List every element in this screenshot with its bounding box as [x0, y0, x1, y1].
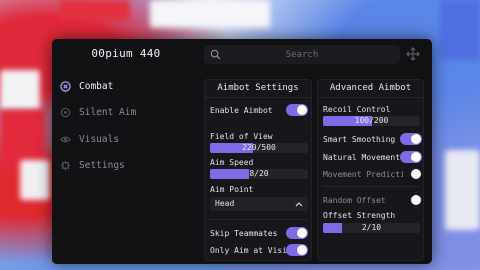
- section-divider: [210, 219, 308, 220]
- top-bar: [200, 39, 432, 69]
- only-visible-toggle[interactable]: [286, 244, 308, 256]
- fov-label: Field of View: [210, 132, 273, 141]
- search-input[interactable]: [204, 45, 400, 64]
- sidebar-item-combat[interactable]: Combat: [60, 79, 113, 93]
- toggle-knob: [411, 152, 421, 162]
- slider-value: 8/20: [249, 169, 269, 178]
- sidebar-item-label: Settings: [79, 159, 125, 171]
- slider-value: 100/200: [354, 116, 389, 125]
- panel-divider: [205, 97, 311, 98]
- target-icon: [60, 107, 71, 117]
- movement-prediction-label: Movement Predicti: [323, 170, 403, 179]
- chevron-up-icon: [295, 202, 303, 207]
- random-offset-toggle[interactable]: [400, 194, 422, 206]
- section-divider: [323, 186, 420, 187]
- enable-aimbot-label: Enable Aimbot: [210, 106, 273, 115]
- recoil-control-slider[interactable]: 100/200: [323, 116, 420, 126]
- skip-teammates-label: Skip Teammates: [210, 229, 278, 238]
- toggle-knob: [297, 245, 307, 255]
- search-icon: [210, 49, 221, 60]
- only-visible-label: Only Aim at Visib: [210, 246, 290, 255]
- toggle-knob: [411, 195, 421, 205]
- eye-icon: [60, 136, 71, 142]
- panel-divider: [318, 97, 423, 98]
- movement-prediction-toggle[interactable]: [400, 168, 422, 180]
- toggle-knob: [297, 105, 307, 115]
- combat-icon: [60, 80, 71, 92]
- sidebar-item-visuals[interactable]: Visuals: [60, 132, 119, 146]
- recoil-control-label: Recoil Control: [323, 105, 391, 114]
- offset-strength-slider[interactable]: 2/10: [323, 223, 420, 233]
- toggle-knob: [411, 169, 421, 179]
- toggle-knob: [411, 134, 421, 144]
- sidebar: 00pium 440 Combat Silent Aim Visuals Set…: [52, 39, 200, 264]
- slider-value: 2/10: [361, 223, 382, 232]
- app-title: 00pium 440: [91, 47, 161, 60]
- fov-slider[interactable]: 220/500: [210, 143, 308, 153]
- gear-icon: [60, 160, 71, 170]
- smart-smoothing-toggle[interactable]: [400, 133, 422, 145]
- move-icon[interactable]: [406, 47, 420, 61]
- random-offset-label: Random Offset: [323, 196, 386, 205]
- panel-title: Aimbot Settings: [217, 83, 299, 93]
- aimbot-settings-panel: Aimbot Settings Enable Aimbot Field of V…: [204, 79, 312, 261]
- toggle-knob: [297, 228, 307, 238]
- aim-point-dropdown[interactable]: Head: [210, 197, 308, 211]
- dropdown-value: Head: [215, 199, 235, 208]
- aim-point-label: Aim Point: [210, 185, 254, 194]
- enable-aimbot-toggle[interactable]: [286, 104, 308, 116]
- search-bar: [204, 45, 400, 64]
- natural-movement-toggle[interactable]: [400, 151, 422, 163]
- smart-smoothing-label: Smart Smoothing: [323, 135, 396, 144]
- sidebar-item-silent-aim[interactable]: Silent Aim: [60, 105, 136, 119]
- advanced-aimbot-panel: Advanced Aimbot Recoil Control 100/200 S…: [317, 79, 424, 261]
- slider-value: 220/500: [242, 143, 276, 152]
- natural-movement-label: Natural Movement: [323, 153, 401, 162]
- offset-strength-label: Offset Strength: [323, 211, 396, 220]
- aim-speed-label: Aim Speed: [210, 158, 254, 167]
- sidebar-item-label: Visuals: [79, 133, 120, 145]
- sidebar-item-label: Silent Aim: [79, 106, 137, 118]
- panel-title: Advanced Aimbot: [329, 83, 412, 93]
- main-window: 00pium 440 Combat Silent Aim Visuals Set…: [52, 39, 432, 264]
- aim-speed-slider[interactable]: 8/20: [210, 169, 308, 179]
- sidebar-item-settings[interactable]: Settings: [60, 158, 125, 172]
- skip-teammates-toggle[interactable]: [286, 227, 308, 239]
- sidebar-item-label: Combat: [79, 80, 114, 92]
